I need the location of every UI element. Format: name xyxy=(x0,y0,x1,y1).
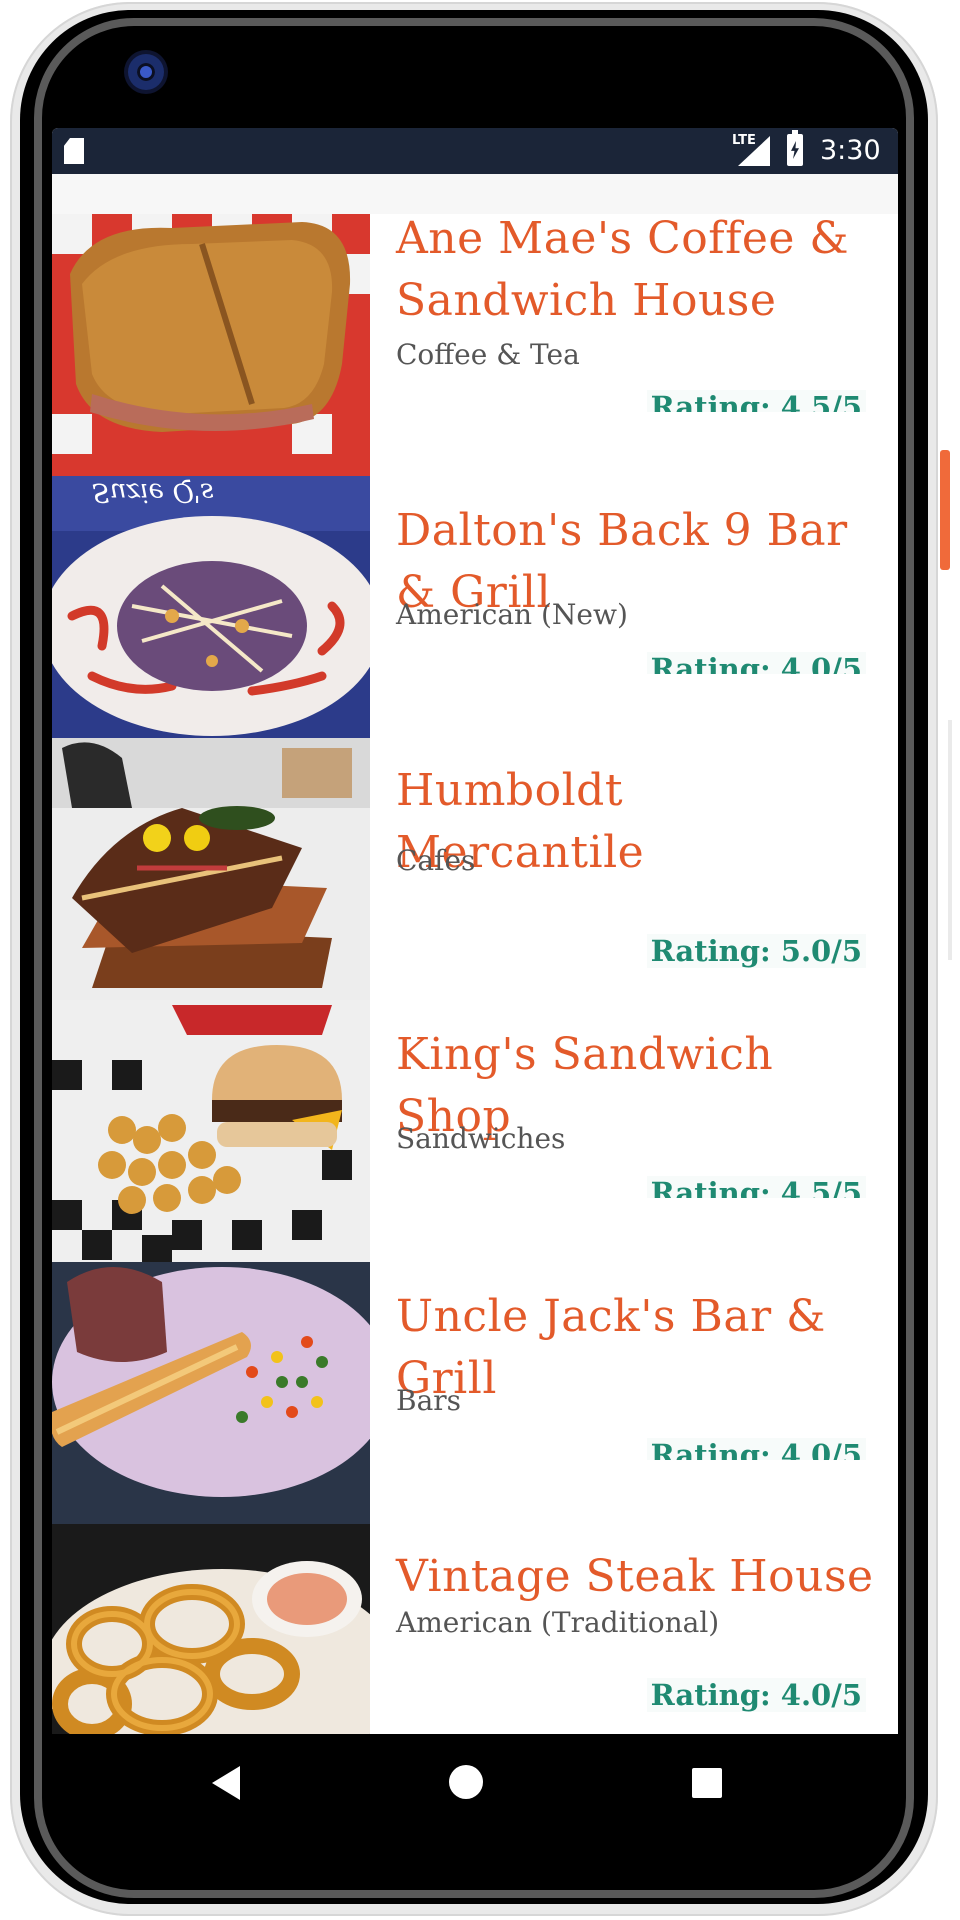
restaurant-info: Ane Mae's Coffee & Sandwich House Coffee… xyxy=(396,214,896,476)
restaurant-photo xyxy=(52,1000,370,1262)
restaurant-rating: Rating: 4.5/5 xyxy=(646,390,866,412)
thumb-logo-text: Suzie Q's xyxy=(92,477,214,507)
restaurant-row[interactable]: King's Sandwich Shop Sandwiches Rating: … xyxy=(52,1000,898,1262)
restaurant-info: Uncle Jack's Bar & Grill Bars Rating: 4.… xyxy=(396,1262,896,1524)
restaurant-category: Sandwiches xyxy=(396,1122,566,1155)
app-screen: LTE 3:30 Ane Mae's Coffee & Sandwich Hou… xyxy=(52,128,898,1734)
sd-card-icon xyxy=(64,138,84,164)
restaurant-photo xyxy=(52,214,370,476)
restaurant-name: Vintage Steak House xyxy=(396,1551,874,1602)
home-icon[interactable] xyxy=(449,1765,483,1799)
lte-label: LTE xyxy=(732,133,756,148)
restaurant-row[interactable]: Humboldt Mercantile Cafes Rating: 5.0/5 xyxy=(52,738,898,1000)
restaurant-row[interactable]: Ane Mae's Coffee & Sandwich House Coffee… xyxy=(52,214,898,476)
restaurant-photo xyxy=(52,1262,370,1524)
navigation-bar xyxy=(52,1734,898,1830)
status-time: 3:30 xyxy=(820,135,881,166)
restaurant-list[interactable]: Ane Mae's Coffee & Sandwich House Coffee… xyxy=(52,214,898,1734)
restaurant-info: King's Sandwich Shop Sandwiches Rating: … xyxy=(396,1000,896,1262)
app-bar xyxy=(52,174,898,214)
power-button xyxy=(940,450,950,570)
restaurant-rating: Rating: 5.0/5 xyxy=(646,934,866,968)
restaurant-rating: Rating: 4.0/5 xyxy=(646,1678,866,1712)
restaurant-info: Dalton's Back 9 Bar & Grill American (Ne… xyxy=(396,476,896,738)
restaurant-info: Vintage Steak House American (Traditiona… xyxy=(396,1524,896,1734)
restaurant-row[interactable]: Uncle Jack's Bar & Grill Bars Rating: 4.… xyxy=(52,1262,898,1524)
restaurant-photo xyxy=(52,738,370,1000)
status-bar: LTE 3:30 xyxy=(52,128,898,174)
restaurant-name: Ane Mae's Coffee & Sandwich House xyxy=(396,214,850,326)
restaurant-name: Uncle Jack's Bar & Grill xyxy=(396,1291,826,1404)
restaurant-category: American (Traditional) xyxy=(396,1606,720,1639)
restaurant-category: Coffee & Tea xyxy=(396,338,580,371)
back-icon[interactable] xyxy=(212,1766,240,1800)
battery-charging-icon xyxy=(787,130,803,166)
recents-icon[interactable] xyxy=(692,1768,722,1798)
front-camera-icon xyxy=(128,54,164,90)
restaurant-rating: Rating: 4.0/5 xyxy=(646,652,866,674)
restaurant-photo: Suzie Q's xyxy=(52,476,370,738)
restaurant-category: American (New) xyxy=(396,598,628,631)
restaurant-row[interactable]: Suzie Q's Dalton's Back 9 Bar & Grill Am… xyxy=(52,476,898,738)
restaurant-rating: Rating: 4.5/5 xyxy=(646,1176,866,1198)
restaurant-row[interactable]: Vintage Steak House American (Traditiona… xyxy=(52,1524,898,1734)
restaurant-category: Bars xyxy=(396,1384,462,1417)
restaurant-info: Humboldt Mercantile Cafes Rating: 5.0/5 xyxy=(396,738,896,1000)
restaurant-photo xyxy=(52,1524,370,1734)
restaurant-rating: Rating: 4.0/5 xyxy=(646,1438,866,1460)
volume-button xyxy=(948,720,952,960)
restaurant-category: Cafes xyxy=(396,844,476,877)
